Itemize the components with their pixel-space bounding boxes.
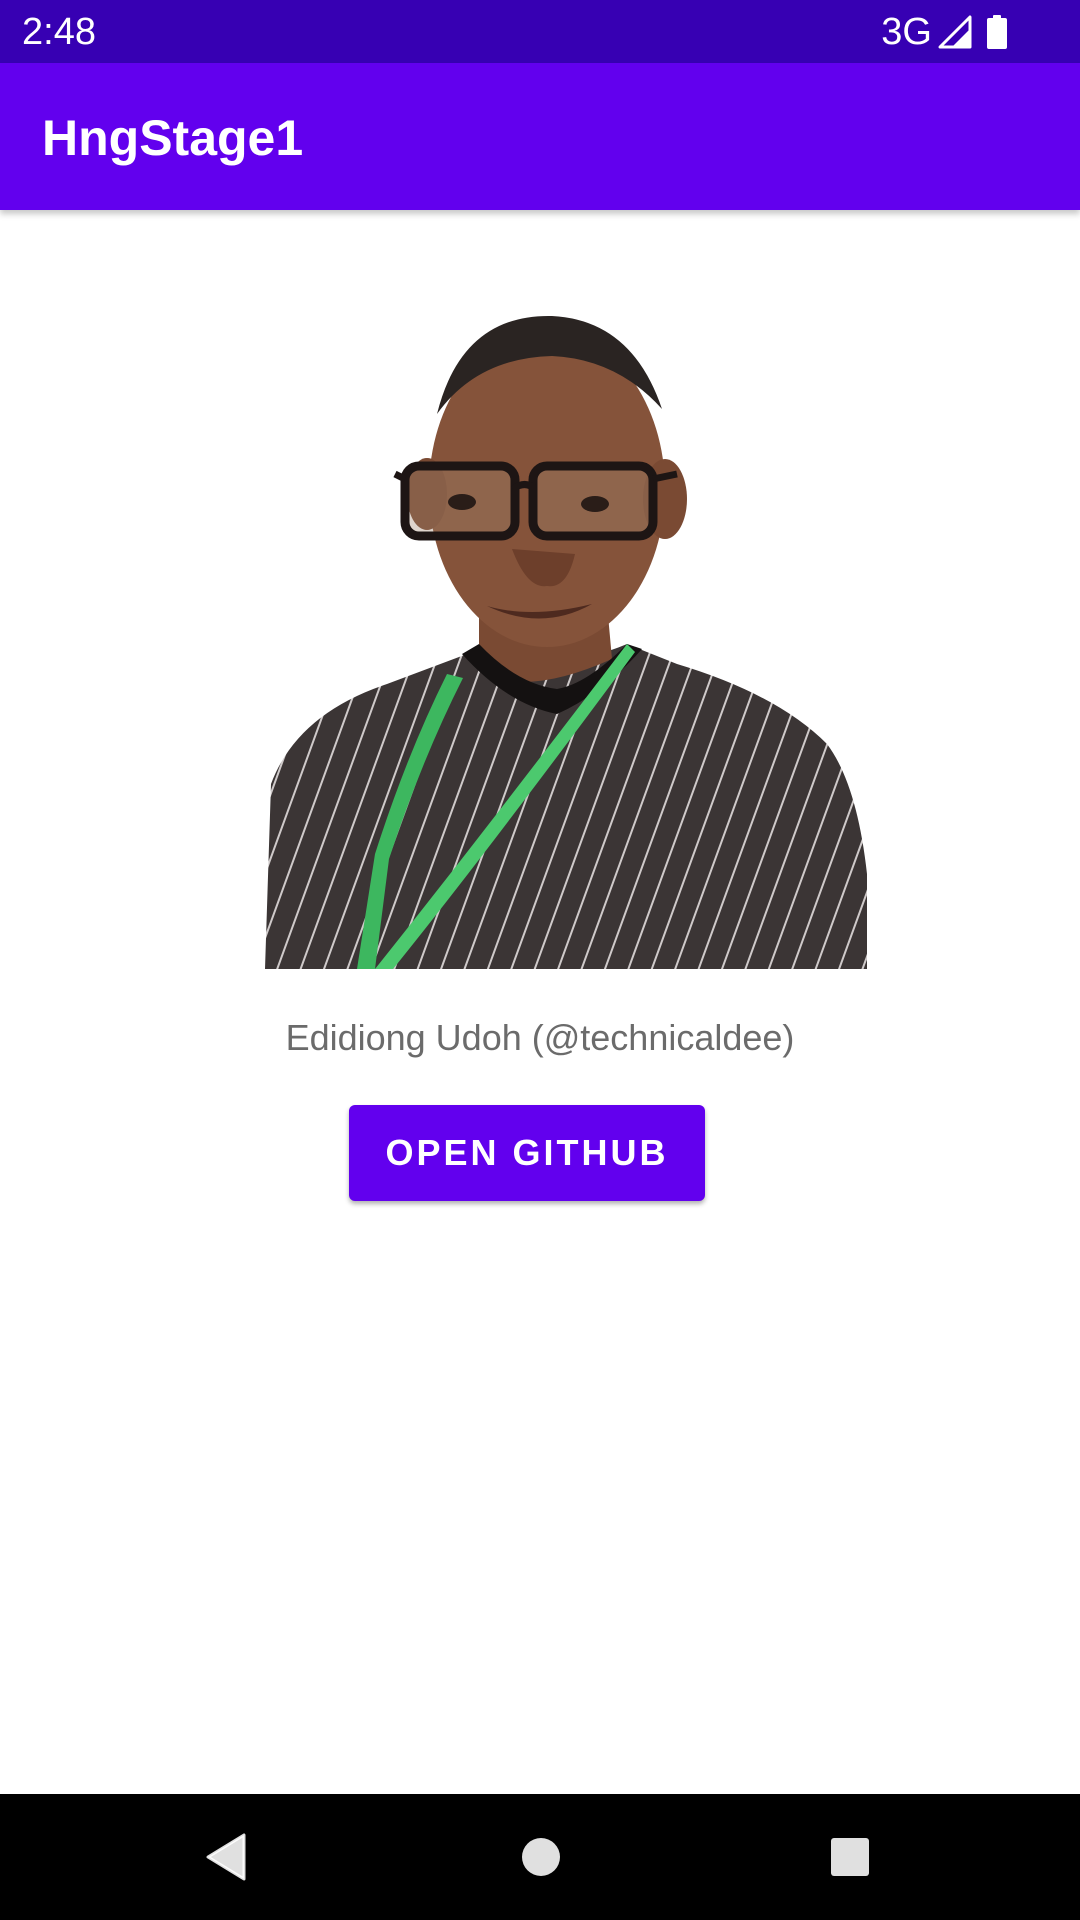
app-screen: 2:48 3G HngStage1 Edidiong Udoh (@techni… <box>0 0 1080 1920</box>
status-time: 2:48 <box>22 11 96 53</box>
navigation-bar <box>0 1794 1080 1920</box>
cell-signal-icon <box>938 15 972 49</box>
app-bar: HngStage1 <box>0 63 1080 210</box>
battery-icon <box>986 15 1008 49</box>
profile-photo <box>265 315 867 969</box>
network-type: 3G <box>881 11 932 53</box>
back-triangle-icon[interactable] <box>191 1822 261 1892</box>
status-indicators: 3G <box>881 10 1008 54</box>
status-bar: 2:48 3G <box>0 0 1080 63</box>
home-circle-icon[interactable] <box>506 1822 576 1892</box>
profile-name: Edidiong Udoh (@technicaldee) <box>285 1017 795 1058</box>
recents-square-icon[interactable] <box>815 1822 885 1892</box>
open-github-button[interactable]: OPEN GITHUB <box>349 1105 705 1201</box>
app-title: HngStage1 <box>42 110 304 166</box>
